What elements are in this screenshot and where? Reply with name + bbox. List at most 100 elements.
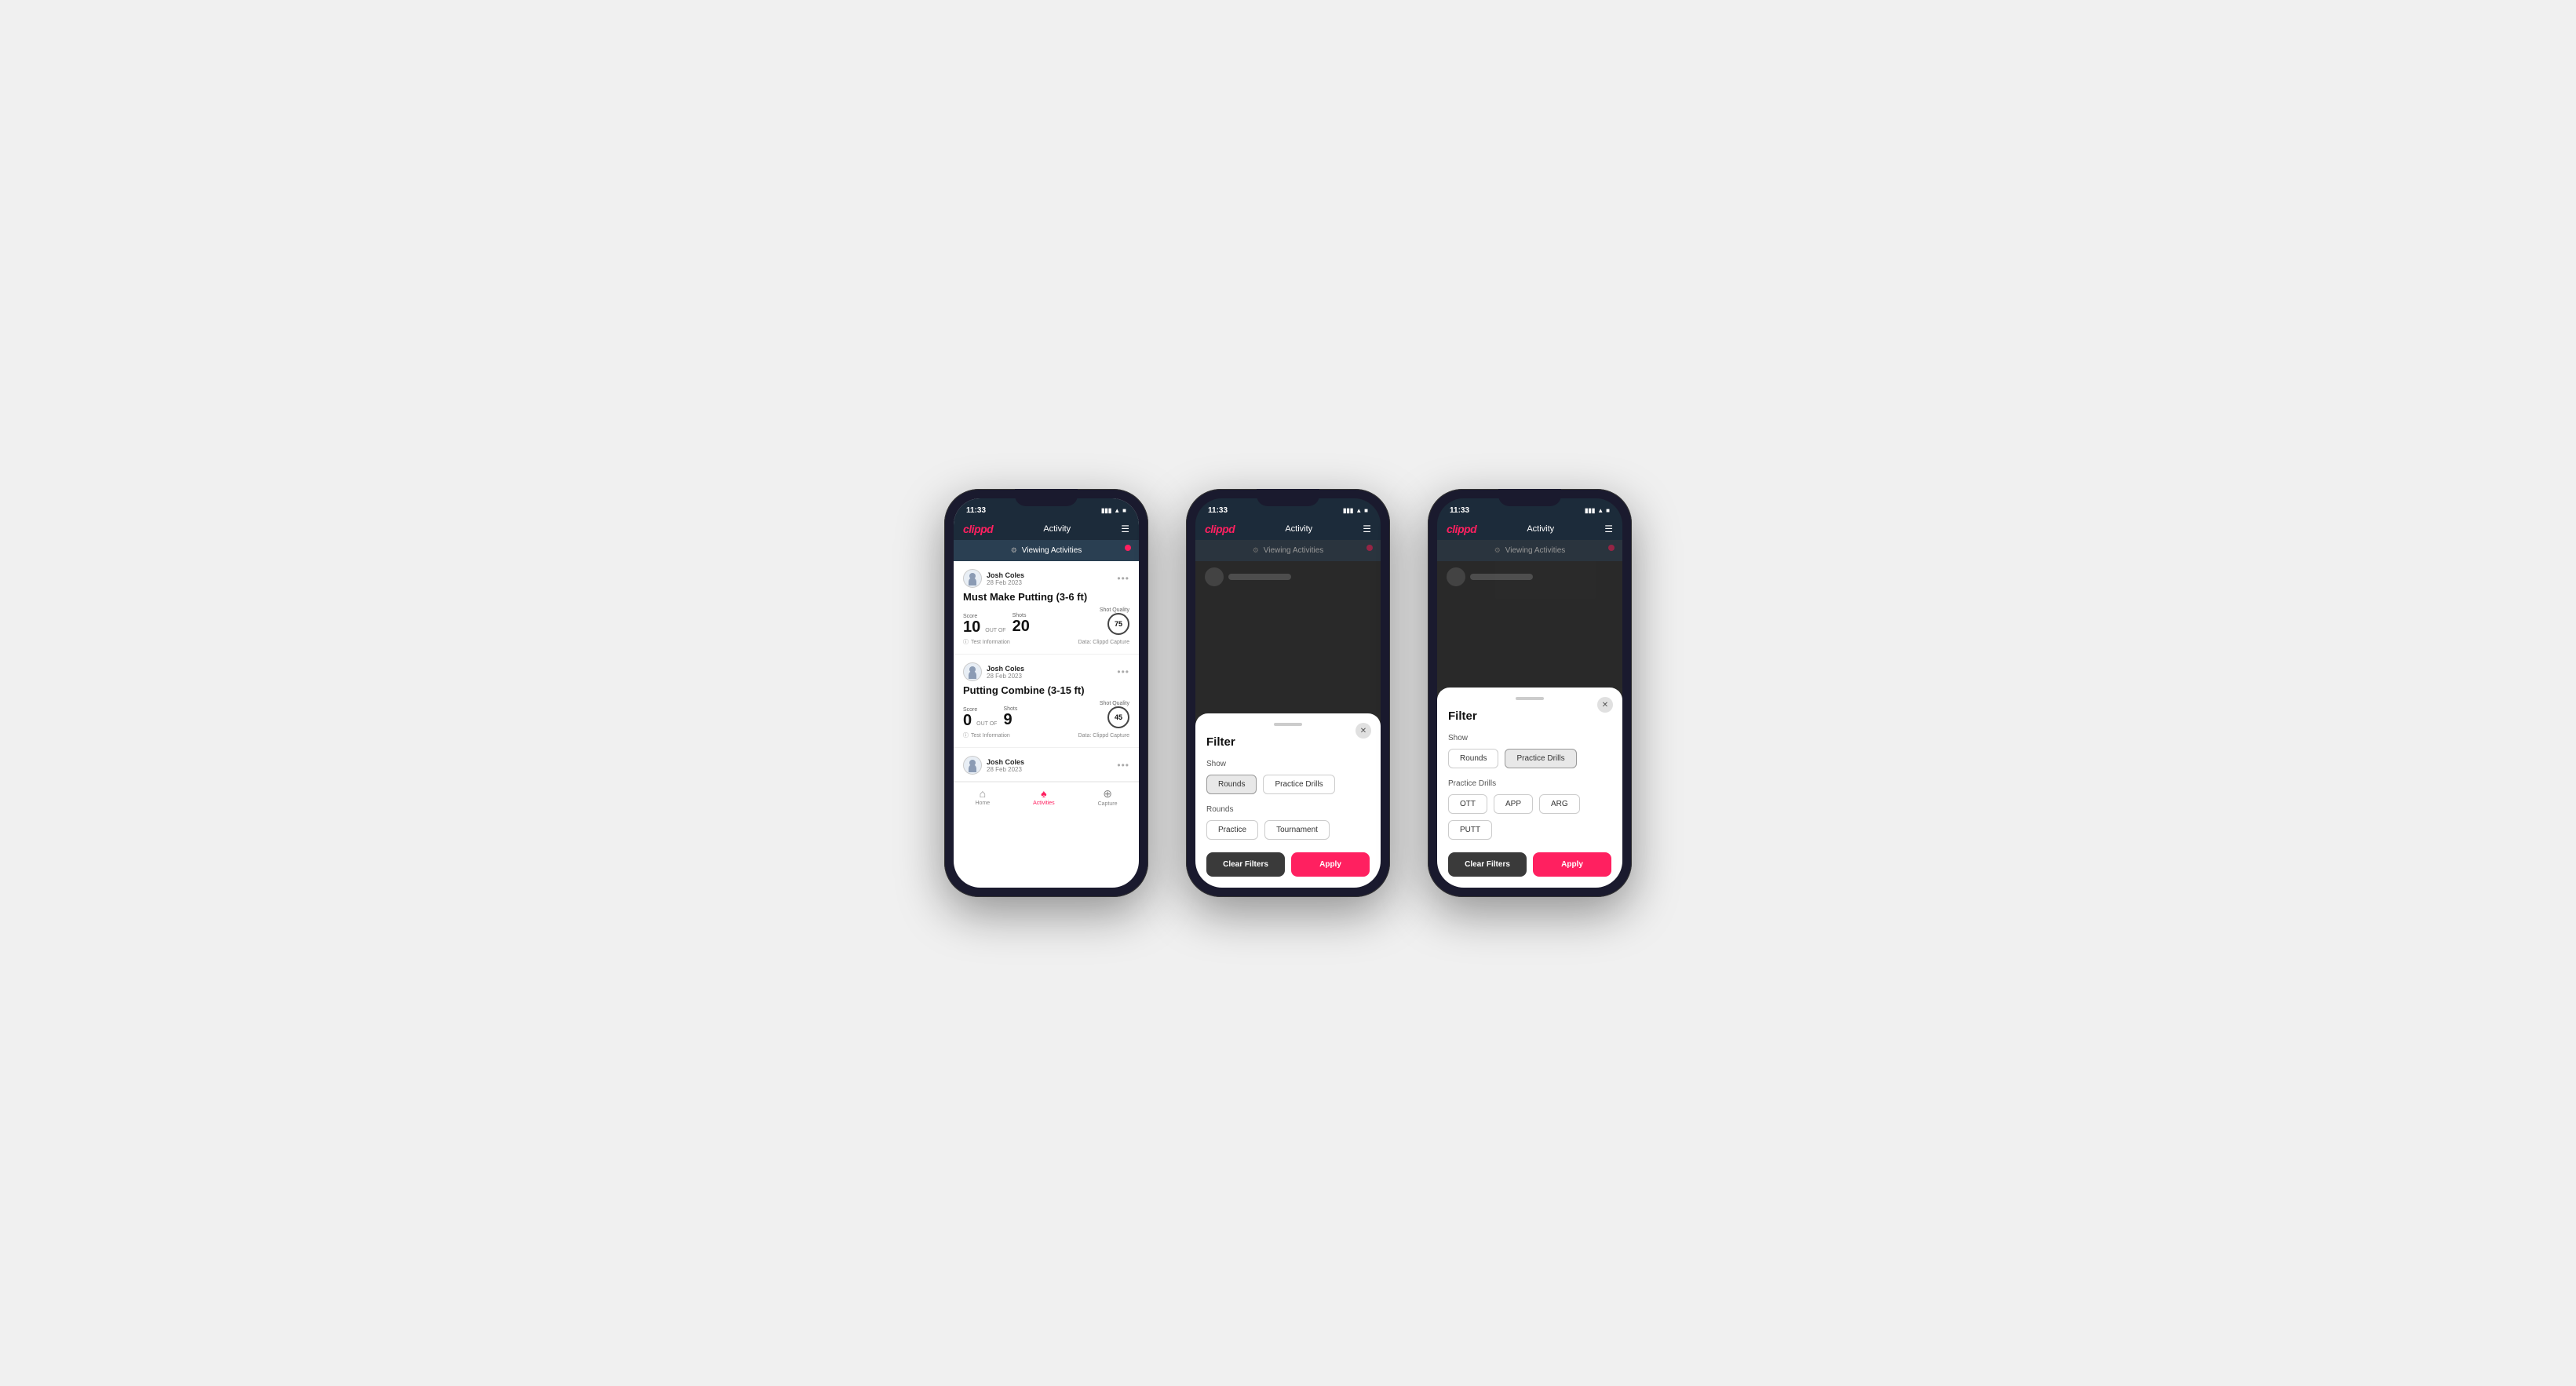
out-of-label-1: OUT OF [985, 628, 1005, 633]
show-drills-btn-2[interactable]: Practice Drills [1263, 775, 1334, 794]
drill-app-btn[interactable]: APP [1494, 794, 1533, 814]
nav-bar-1: clippd Activity ☰ [954, 518, 1139, 540]
hamburger-menu-2[interactable]: ☰ [1363, 523, 1371, 534]
notch-3 [1498, 489, 1561, 506]
test-info-label-1: Test Information [971, 640, 1010, 645]
filter-title-2: Filter [1206, 735, 1370, 749]
viewing-bar-1[interactable]: ⚙ Viewing Activities [954, 540, 1139, 561]
user-date-1: 28 Feb 2023 [987, 579, 1024, 586]
viewing-dot-2 [1366, 545, 1373, 551]
wifi-icon-3: ▲ [1597, 507, 1604, 514]
show-options-2: Rounds Practice Drills [1206, 775, 1370, 794]
score-value-2: 0 [963, 713, 972, 728]
drills-label-3: Practice Drills [1448, 779, 1611, 788]
user-info-3: Josh Coles 28 Feb 2023 [963, 756, 1024, 775]
shots-value-1: 20 [1013, 618, 1030, 635]
nav-bar-3: clippd Activity ☰ [1437, 518, 1622, 540]
hamburger-menu-1[interactable]: ☰ [1121, 523, 1129, 534]
tab-home-label: Home [975, 801, 990, 806]
more-options-1[interactable]: ••• [1117, 573, 1129, 584]
phones-container: 11:33 ▮▮▮ ▲ ■ clippd Activity ☰ ⚙ Viewin… [944, 489, 1632, 897]
notch-2 [1257, 489, 1319, 506]
data-source-2: Data: Clippd Capture [1078, 733, 1129, 739]
viewing-bar-3: ⚙ Viewing Activities [1437, 540, 1622, 561]
tab-capture[interactable]: ⊕ Capture [1098, 787, 1118, 807]
activity-title-1: Must Make Putting (3-6 ft) [963, 591, 1129, 603]
info-icon-1: ⓘ [963, 638, 969, 646]
status-icons-2: ▮▮▮ ▲ ■ [1343, 507, 1368, 514]
status-time-2: 11:33 [1208, 506, 1228, 515]
filter-title-3: Filter [1448, 709, 1611, 723]
activity-header-1: Josh Coles 28 Feb 2023 ••• [963, 569, 1129, 588]
avatar-figure-3 [969, 764, 976, 772]
activity-footer-1: ⓘ Test Information Data: Clippd Capture [963, 638, 1129, 646]
wifi-icon: ▲ [1114, 507, 1120, 514]
phone-1-screen: 11:33 ▮▮▮ ▲ ■ clippd Activity ☰ ⚙ Viewin… [954, 498, 1139, 888]
test-info-2: ⓘ Test Information [963, 731, 1010, 739]
nav-title-3: Activity [1527, 524, 1554, 534]
hamburger-menu-3[interactable]: ☰ [1604, 523, 1613, 534]
avatar-2 [963, 662, 982, 681]
apply-btn-3[interactable]: Apply [1533, 852, 1611, 877]
viewing-dot-3 [1608, 545, 1615, 551]
status-icons-3: ▮▮▮ ▲ ■ [1585, 507, 1610, 514]
battery-icon: ■ [1122, 507, 1126, 514]
round-options-2: Practice Tournament [1206, 820, 1370, 840]
activity-item-1[interactable]: Josh Coles 28 Feb 2023 ••• Must Make Put… [954, 561, 1139, 655]
user-date-3: 28 Feb 2023 [987, 766, 1024, 773]
show-rounds-btn-2[interactable]: Rounds [1206, 775, 1257, 794]
tab-home[interactable]: ⌂ Home [975, 787, 990, 807]
phone-3-screen: 11:33 ▮▮▮ ▲ ■ clippd Activity ☰ ⚙ Viewin… [1437, 498, 1622, 888]
drill-arg-btn[interactable]: ARG [1539, 794, 1580, 814]
clear-filters-btn-2[interactable]: Clear Filters [1206, 852, 1285, 877]
battery-icon-2: ■ [1364, 507, 1368, 514]
viewing-activities-label-1: Viewing Activities [1022, 546, 1082, 555]
show-options-3: Rounds Practice Drills [1448, 749, 1611, 768]
user-info-2: Josh Coles 28 Feb 2023 [963, 662, 1024, 681]
sheet-handle-3 [1516, 697, 1544, 700]
test-info-1: ⓘ Test Information [963, 638, 1010, 646]
signal-icon-3: ▮▮▮ [1585, 507, 1595, 514]
home-icon: ⌂ [980, 787, 986, 800]
test-info-label-2: Test Information [971, 733, 1010, 739]
shots-value-2: 9 [1003, 711, 1012, 728]
clear-filters-btn-3[interactable]: Clear Filters [1448, 852, 1527, 877]
avatar-figure-1 [969, 578, 976, 585]
activity-item-3[interactable]: Josh Coles 28 Feb 2023 ••• [954, 748, 1139, 782]
show-rounds-btn-3[interactable]: Rounds [1448, 749, 1498, 768]
activity-header-2: Josh Coles 28 Feb 2023 ••• [963, 662, 1129, 681]
avatar-1 [963, 569, 982, 588]
wifi-icon-2: ▲ [1356, 507, 1362, 514]
close-button-3[interactable]: ✕ [1597, 697, 1613, 713]
show-drills-btn-3[interactable]: Practice Drills [1505, 749, 1576, 768]
sq-label-2: Shot Quality [1100, 701, 1129, 706]
drill-putt-btn[interactable]: PUTT [1448, 820, 1492, 840]
show-label-2: Show [1206, 760, 1370, 768]
signal-icon-2: ▮▮▮ [1343, 507, 1353, 514]
tab-capture-label: Capture [1098, 801, 1118, 807]
info-icon-2: ⓘ [963, 731, 969, 739]
drill-ott-btn[interactable]: OTT [1448, 794, 1487, 814]
round-practice-btn-2[interactable]: Practice [1206, 820, 1258, 840]
round-tournament-btn-2[interactable]: Tournament [1264, 820, 1330, 840]
status-time-3: 11:33 [1450, 506, 1469, 515]
viewing-bar-2: ⚙ Viewing Activities [1195, 540, 1381, 561]
activity-footer-2: ⓘ Test Information Data: Clippd Capture [963, 731, 1129, 739]
avatar-3 [963, 756, 982, 775]
tab-activities-label: Activities [1033, 801, 1055, 806]
rounds-label-2: Rounds [1206, 805, 1370, 814]
phone-2-screen: 11:33 ▮▮▮ ▲ ■ clippd Activity ☰ ⚙ Viewin… [1195, 498, 1381, 888]
close-button-2[interactable]: ✕ [1356, 723, 1371, 739]
viewing-activities-label-2: Viewing Activities [1264, 546, 1324, 555]
activity-item-2[interactable]: Josh Coles 28 Feb 2023 ••• Putting Combi… [954, 655, 1139, 748]
phone-1: 11:33 ▮▮▮ ▲ ■ clippd Activity ☰ ⚙ Viewin… [944, 489, 1148, 897]
activity-header-3: Josh Coles 28 Feb 2023 ••• [963, 756, 1129, 775]
apply-btn-2[interactable]: Apply [1291, 852, 1370, 877]
more-options-3[interactable]: ••• [1117, 760, 1129, 771]
battery-icon-3: ■ [1606, 507, 1610, 514]
show-label-3: Show [1448, 734, 1611, 742]
phone-3: 11:33 ▮▮▮ ▲ ■ clippd Activity ☰ ⚙ Viewin… [1428, 489, 1632, 897]
more-options-2[interactable]: ••• [1117, 666, 1129, 677]
sheet-handle-2 [1274, 723, 1302, 726]
tab-activities[interactable]: ♠ Activities [1033, 787, 1055, 807]
